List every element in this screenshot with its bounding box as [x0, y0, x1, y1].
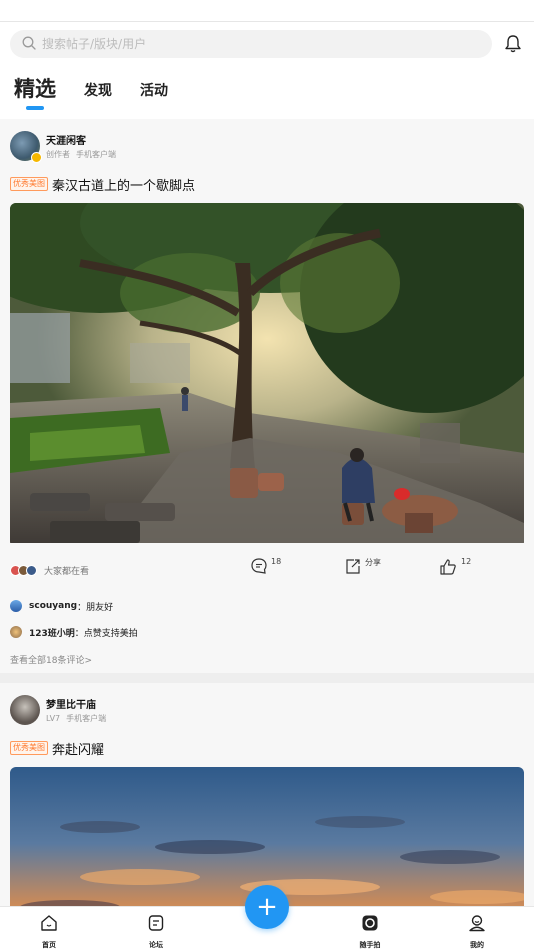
post-title-row[interactable]: 优秀美图 秦汉古道上的一个歇脚点	[10, 173, 524, 195]
bell-icon[interactable]	[502, 33, 524, 55]
watchers-text: 大家都在看	[44, 566, 90, 577]
tab-featured[interactable]: 精选	[14, 73, 56, 112]
nav-snapshot[interactable]: 随手拍	[350, 913, 390, 950]
status-bar	[0, 0, 534, 22]
nav-home[interactable]: 首页	[29, 913, 69, 950]
camera-icon	[360, 913, 380, 937]
nav-profile-label: 我的	[470, 941, 484, 949]
comment-text: ：点赞支持美拍	[74, 628, 138, 639]
post-title[interactable]: 秦汉古道上的一个歇脚点	[52, 175, 195, 194]
author-level: 创作者	[46, 150, 70, 159]
share-button[interactable]: 分享	[344, 557, 381, 575]
post-client: 手机客户端	[76, 150, 116, 159]
post-stats: 大家都在看 18 分享 12	[10, 547, 524, 593]
post-client: 手机客户端	[66, 714, 107, 723]
tab-bar: 精选 发现 活动	[14, 72, 196, 112]
commenter-avatar	[10, 600, 22, 612]
avatar[interactable]	[10, 131, 42, 163]
post-card[interactable]: 梦里比干庙 LV7 手机客户端 优秀美图 奔赴闪耀	[0, 683, 534, 906]
author-level: LV7	[46, 714, 61, 723]
search-input[interactable]	[42, 37, 442, 51]
search-bar	[10, 30, 524, 58]
nav-snapshot-label: 随手拍	[359, 941, 381, 949]
verified-badge-icon	[31, 152, 42, 163]
watcher-avatar	[26, 564, 37, 576]
avatar[interactable]	[10, 695, 40, 725]
author-meta: 创作者 手机客户端	[46, 149, 116, 160]
post-title-row[interactable]: 优秀美图 奔赴闪耀	[10, 737, 524, 759]
comment-icon	[250, 557, 268, 575]
forum-icon	[146, 913, 166, 937]
commenter-name: scouyang	[29, 601, 78, 611]
commenter-avatar	[10, 626, 22, 638]
author-name[interactable]: 梦里比干庙	[46, 696, 106, 711]
view-all-comments-link[interactable]: 查看全部18条评论>	[10, 645, 524, 673]
thumbs-up-icon	[438, 557, 458, 577]
search-box[interactable]	[10, 30, 492, 58]
watchers[interactable]: 大家都在看	[10, 564, 89, 577]
share-icon	[344, 557, 362, 575]
post-title[interactable]: 奔赴闪耀	[52, 739, 104, 758]
comment-count: 18	[271, 557, 282, 566]
commenter-name: 123班小明	[29, 628, 75, 639]
author-name[interactable]: 天涯闲客	[46, 132, 116, 147]
like-count: 12	[461, 557, 472, 566]
comment-item[interactable]: 123班小明 ：点赞支持美拍	[10, 619, 524, 645]
feed: 天涯闲客 创作者 手机客户端 优秀美图 秦汉古道上的一个歇脚点 大家都在看 18…	[0, 119, 534, 906]
post-fab-button[interactable]: +	[245, 885, 289, 929]
profile-icon	[467, 913, 487, 937]
nav-home-label: 首页	[42, 941, 56, 949]
nav-forum[interactable]: 论坛	[136, 913, 176, 950]
tab-activities[interactable]: 活动	[140, 80, 168, 112]
nav-forum-label: 论坛	[149, 941, 163, 949]
post-tag: 优秀美图	[10, 741, 48, 755]
comment-item[interactable]: scouyang ：朋友好	[10, 593, 524, 619]
comment-text: ：朋友好	[77, 602, 114, 613]
post-photo[interactable]	[10, 203, 524, 547]
comment-button[interactable]: 18	[250, 557, 281, 575]
plus-icon: +	[256, 892, 278, 922]
like-button[interactable]: 12	[438, 557, 471, 577]
post-card[interactable]: 天涯闲客 创作者 手机客户端 优秀美图 秦汉古道上的一个歇脚点 大家都在看 18…	[0, 119, 534, 673]
post-header: 天涯闲客 创作者 手机客户端	[10, 119, 524, 173]
tab-discover[interactable]: 发现	[84, 80, 112, 112]
post-tag: 优秀美图	[10, 177, 48, 191]
nav-profile[interactable]: 我的	[457, 913, 497, 950]
post-header: 梦里比干庙 LV7 手机客户端	[10, 683, 524, 737]
bottom-nav: 首页 论坛 + 随手拍 我的	[0, 885, 534, 950]
home-icon	[39, 913, 59, 937]
search-icon	[22, 35, 36, 54]
share-label: 分享	[365, 558, 381, 567]
author-meta: LV7 手机客户端	[46, 713, 106, 724]
